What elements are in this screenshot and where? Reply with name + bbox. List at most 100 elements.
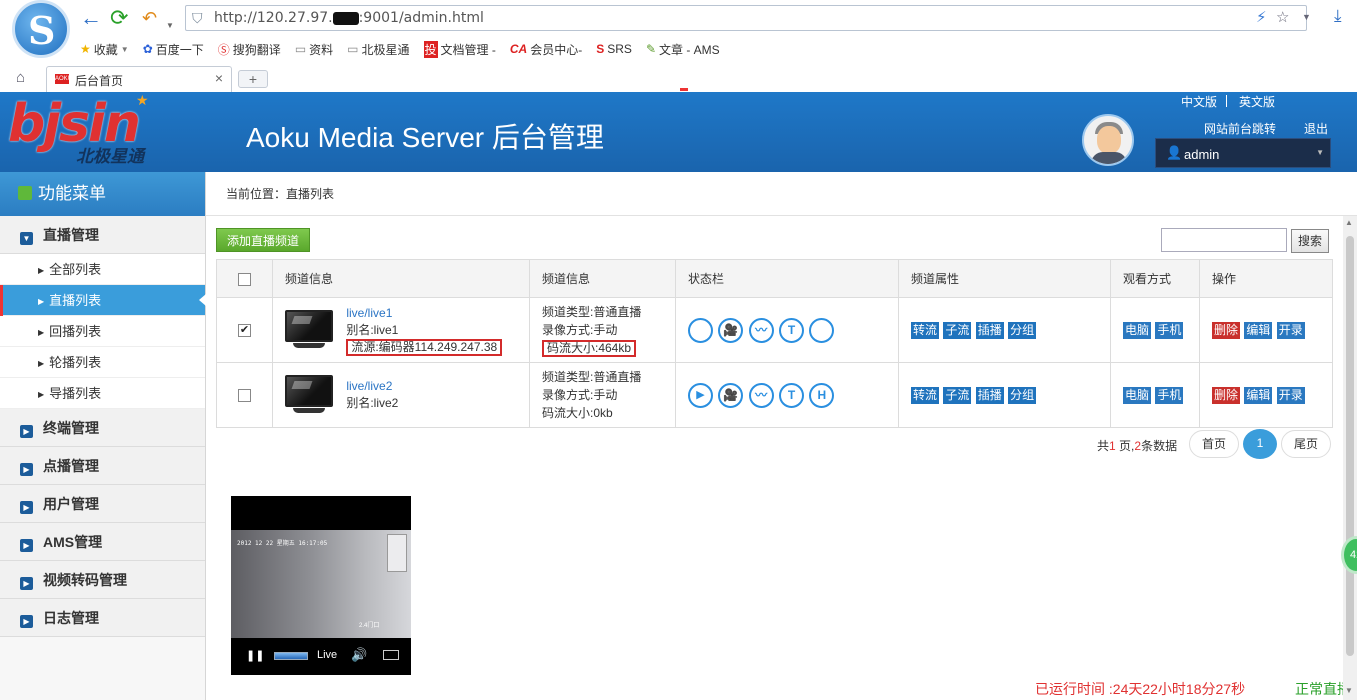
scroll-down-icon[interactable]: ▼	[1345, 686, 1353, 695]
sidebar-group-transcode[interactable]: ▶ 视频转码管理	[0, 561, 205, 599]
pager-text: 页,	[1115, 439, 1135, 453]
channel-name-link[interactable]: live/live1	[346, 306, 392, 320]
browser-logo-icon[interactable]: S	[12, 0, 70, 58]
sidebar-group-live[interactable]: ▼ 直播管理	[0, 216, 205, 254]
folder-icon: ▭	[294, 42, 307, 56]
record-button[interactable]: 开录	[1276, 321, 1305, 339]
bookmark-baidu[interactable]: ✿ 百度一下	[143, 41, 204, 58]
group-button[interactable]: 分组	[1008, 321, 1037, 339]
sidebar-item-playback-list[interactable]: ▶ 回播列表	[0, 316, 205, 347]
sidebar-group-ams[interactable]: ▶ AMS管理	[0, 523, 205, 561]
sidebar-item-all-list[interactable]: ▶ 全部列表	[0, 254, 205, 285]
sidebar-group-vod[interactable]: ▶ 点播管理	[0, 447, 205, 485]
address-bar[interactable]: ⛉ http://120.27.97.:9001/admin.html	[185, 5, 1307, 31]
refresh-icon[interactable]: ⟳	[110, 6, 128, 30]
bookmark-ams[interactable]: ✎ 文章 - AMS	[646, 41, 720, 58]
group-button[interactable]: 分组	[1008, 386, 1037, 404]
video-player[interactable]: 2012 12 22 星期五 16:17:05 2.4门口 ❚❚ Live 🔊	[231, 496, 411, 675]
substream-button[interactable]: 子流	[943, 321, 972, 339]
sidebar-item-director-list[interactable]: ▶ 导播列表	[0, 378, 205, 409]
tab-admin-home[interactable]: AOKU 后台首页 ×	[46, 66, 232, 92]
record-button[interactable]: 开录	[1276, 386, 1305, 404]
insert-button[interactable]: 插播	[975, 386, 1004, 404]
lightning-icon[interactable]: ⚡	[1256, 8, 1267, 26]
search-input[interactable]	[1161, 228, 1287, 252]
view-pc-button[interactable]: 电脑	[1123, 321, 1152, 339]
pause-icon[interactable]: ❚❚	[246, 649, 264, 662]
lang-english-link[interactable]: 英文版	[1239, 93, 1275, 110]
fullscreen-icon[interactable]	[383, 650, 399, 660]
scroll-up-icon[interactable]: ▲	[1345, 218, 1353, 227]
edit-button[interactable]: 编辑	[1244, 386, 1273, 404]
edit-button[interactable]: 编辑	[1244, 321, 1273, 339]
address-dropdown-icon[interactable]: ▼	[1302, 12, 1311, 22]
col-header: 频道信息	[272, 259, 530, 298]
t-icon[interactable]: T	[779, 317, 805, 343]
front-site-link[interactable]: 网站前台跳转	[1204, 120, 1276, 137]
video-osd-time: 2012 12 22 星期五 16:17:05	[237, 540, 328, 547]
camera-icon[interactable]: 🎥	[718, 382, 744, 408]
sidebar-item-live-list[interactable]: ▶ 直播列表	[0, 285, 206, 316]
buffer-bar[interactable]	[274, 652, 308, 660]
table-header-row: 频道信息 频道信息 状态栏 频道属性 观看方式 操作	[216, 259, 1333, 298]
substream-button[interactable]: 子流	[943, 386, 972, 404]
relay-button[interactable]: 转流	[911, 386, 940, 404]
wave-icon[interactable]: 〰	[748, 317, 774, 343]
lang-chinese-link[interactable]: 中文版	[1181, 93, 1217, 110]
last-page-button[interactable]: 尾页	[1281, 430, 1331, 458]
delete-button[interactable]: 删除	[1212, 321, 1241, 339]
view-mobile-button[interactable]: 手机	[1155, 321, 1184, 339]
video-frame: 2012 12 22 星期五 16:17:05 2.4门口	[231, 530, 411, 638]
select-all-checkbox[interactable]	[238, 272, 251, 286]
channel-name-link[interactable]: live/live2	[346, 379, 392, 393]
new-tab-button[interactable]: +	[238, 70, 268, 88]
star-icon[interactable]: ☆	[1276, 8, 1289, 26]
sidebar-title: 功能菜单	[38, 184, 106, 203]
h-icon[interactable]: H	[809, 382, 835, 408]
t-icon[interactable]: T	[779, 382, 805, 408]
scrollbar-thumb[interactable]	[1346, 236, 1354, 656]
paw-icon: ✿	[142, 42, 153, 56]
row-checkbox[interactable]	[238, 389, 251, 403]
undo-icon[interactable]: ↶	[142, 6, 157, 30]
sidebar-group-terminal[interactable]: ▶ 终端管理	[0, 409, 205, 447]
view-mobile-button[interactable]: 手机	[1155, 386, 1184, 404]
bookmark-favorites[interactable]: ★ 收藏 ▼	[80, 41, 129, 58]
status-empty-icon[interactable]	[688, 317, 713, 343]
logout-link[interactable]: 退出	[1304, 120, 1328, 137]
close-icon[interactable]: ×	[215, 70, 223, 86]
search-button[interactable]: 搜索	[1291, 229, 1329, 253]
address-url[interactable]: http://120.27.97.:9001/admin.html	[214, 10, 484, 26]
sidebar-group-log[interactable]: ▶ 日志管理	[0, 599, 205, 637]
wave-icon[interactable]: 〰	[748, 382, 774, 408]
avatar-face	[1097, 126, 1121, 154]
sidebar-item-carousel-list[interactable]: ▶ 轮播列表	[0, 347, 205, 378]
view-pc-button[interactable]: 电脑	[1123, 386, 1152, 404]
home-icon[interactable]: ⌂	[16, 69, 25, 86]
bookmark-folder-bjsin[interactable]: ▭ 北极星通	[347, 41, 409, 58]
volume-icon[interactable]: 🔊	[351, 647, 367, 663]
play-icon[interactable]: ▶	[688, 382, 713, 408]
undo-dropdown-icon[interactable]: ▼	[166, 14, 174, 38]
status-empty-icon[interactable]	[809, 317, 835, 343]
bookmark-member[interactable]: CA 会员中心-	[510, 41, 582, 58]
first-page-button[interactable]: 首页	[1189, 430, 1239, 458]
current-page-button[interactable]: 1	[1243, 429, 1277, 459]
bookmark-sogou[interactable]: Ⓢ 搜狗翻译	[218, 41, 281, 58]
add-live-channel-button[interactable]: 添加直播频道	[216, 228, 310, 252]
triangle-right-icon: ▶	[38, 359, 45, 368]
insert-button[interactable]: 插播	[975, 321, 1004, 339]
row-checkbox-checked[interactable]: ✔	[238, 324, 251, 338]
delete-button[interactable]: 删除	[1212, 386, 1241, 404]
scrollbar[interactable]: ▲ ▼	[1343, 216, 1357, 700]
sidebar-group-user[interactable]: ▶ 用户管理	[0, 485, 205, 523]
bookmark-folder-docs[interactable]: ▭ 资料	[295, 41, 333, 58]
camera-icon[interactable]: 🎥	[718, 317, 744, 343]
bookmark-srs[interactable]: S SRS	[596, 42, 632, 56]
avatar[interactable]	[1082, 114, 1134, 166]
user-dropdown[interactable]: 👤 admin ▼	[1155, 138, 1331, 168]
bookmark-doc-manage[interactable]: 投文档管理 -	[423, 40, 496, 58]
relay-button[interactable]: 转流	[911, 321, 940, 339]
back-arrow-icon[interactable]: ←	[80, 6, 102, 30]
download-icon[interactable]: ⤓	[1334, 6, 1342, 26]
